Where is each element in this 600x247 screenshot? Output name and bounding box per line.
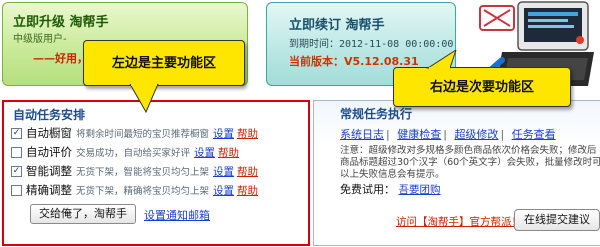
task-name: 自动评价 <box>26 145 72 159</box>
notice-line: 商品标题超过30个汉字（60个英文字）会失败，批量修改时可 <box>340 157 600 168</box>
task-help-link[interactable]: 帮助 <box>237 126 258 141</box>
task-checkbox[interactable]: ✓ <box>11 165 22 177</box>
notice-line: 注意：超级修改对多规格多颜色商品依次价格会失败；修改后 <box>340 145 597 156</box>
task-description: 无货下架，精确将宝贝均匀上架 <box>76 186 210 197</box>
nav-super-edit[interactable]: 超级修改 <box>454 128 498 141</box>
main-function-area: 自动任务安排 ✓ 自动橱窗 将剩余时间最短的宝贝推荐橱窗 设置 帮助 自动评价 … <box>2 100 310 246</box>
submit-tasks-button[interactable]: 交给俺了，淘帮手 <box>30 204 136 224</box>
task-settings-link[interactable]: 设置 <box>213 183 234 198</box>
group-buy-link[interactable]: 吾要团购 <box>399 184 441 196</box>
task-help-link[interactable]: 帮助 <box>237 164 258 179</box>
notice-line: 以上失败信息会有提示。 <box>340 169 445 180</box>
task-checkbox[interactable] <box>11 146 22 158</box>
task-row: 精确调整 无货下架，精确将宝贝均匀上架 设置 帮助 <box>11 182 261 198</box>
task-name: 精确调整 <box>26 183 72 197</box>
task-name: 自动橱窗 <box>26 126 72 140</box>
upgrade-subtitle: 中级版用户- <box>13 34 67 45</box>
upgrade-cta: ——好用， <box>33 52 88 65</box>
callout-tail <box>426 50 457 70</box>
notice-text: 注意：超级修改对多规格多颜色商品依次价格会失败；修改后 商品标题超过30个汉字（… <box>340 145 600 181</box>
task-checkbox[interactable]: ✓ <box>11 127 22 139</box>
callout-main-area: 左边是主要功能区 <box>83 40 245 86</box>
expire-date: 到期时间：2012-11-08 00:00:00 <box>289 39 454 50</box>
renew-title[interactable]: 立即续订 淘帮手 <box>289 14 385 33</box>
task-description: 将剩余时间最短的宝贝推荐橱窗 <box>76 129 210 140</box>
task-row: 自动评价 交易成功，自动给买家好评 设置 帮助 <box>11 144 242 160</box>
secondary-function-area: 常规任务执行 系统日志 | 健康检查 | 超级修改 | 任务查看 注意：超级修改对多规… <box>313 100 600 246</box>
free-trial-label: 免费试用： <box>340 183 395 196</box>
routine-task-heading: 常规任务执行 <box>340 107 413 121</box>
official-group-link[interactable]: 访问【淘帮手】官方帮派！ <box>396 214 522 229</box>
task-row: ✓ 自动橱窗 将剩余时间最短的宝贝推荐橱窗 设置 帮助 <box>11 125 261 141</box>
task-row: ✓ 智能调整 无货下架，智能将宝贝均匀上架 设置 帮助 <box>11 163 261 179</box>
task-name: 智能调整 <box>26 164 72 178</box>
nav-system-log[interactable]: 系统日志 <box>340 128 384 141</box>
nav-health-check[interactable]: 健康检查 <box>397 128 441 141</box>
auto-task-heading: 自动任务安排 <box>13 108 86 122</box>
task-description: 无货下架，智能将宝贝均匀上架 <box>76 167 210 178</box>
notify-email-link[interactable]: 设置通知邮箱 <box>144 207 210 223</box>
task-settings-link[interactable]: 设置 <box>213 164 234 179</box>
task-settings-link[interactable]: 设置 <box>194 145 215 160</box>
free-trial: 免费试用： 吾要团购 <box>340 181 444 197</box>
nav-task-view[interactable]: 任务查看 <box>512 128 556 141</box>
task-settings-link[interactable]: 设置 <box>213 126 234 141</box>
task-checkbox[interactable] <box>11 184 22 196</box>
task-help-link[interactable]: 帮助 <box>237 183 258 198</box>
callout-secondary-area: 右边是次要功能区 <box>393 67 571 107</box>
task-help-link[interactable]: 帮助 <box>218 145 239 160</box>
feedback-button[interactable]: 在线提交建议 <box>514 209 600 231</box>
upgrade-title[interactable]: 立即升级 淘帮手 <box>13 11 109 30</box>
secondary-nav: 系统日志 | 健康检查 | 超级修改 | 任务查看 <box>340 128 556 141</box>
task-description: 交易成功，自动给买家好评 <box>76 148 191 159</box>
callout-tail <box>129 84 159 114</box>
